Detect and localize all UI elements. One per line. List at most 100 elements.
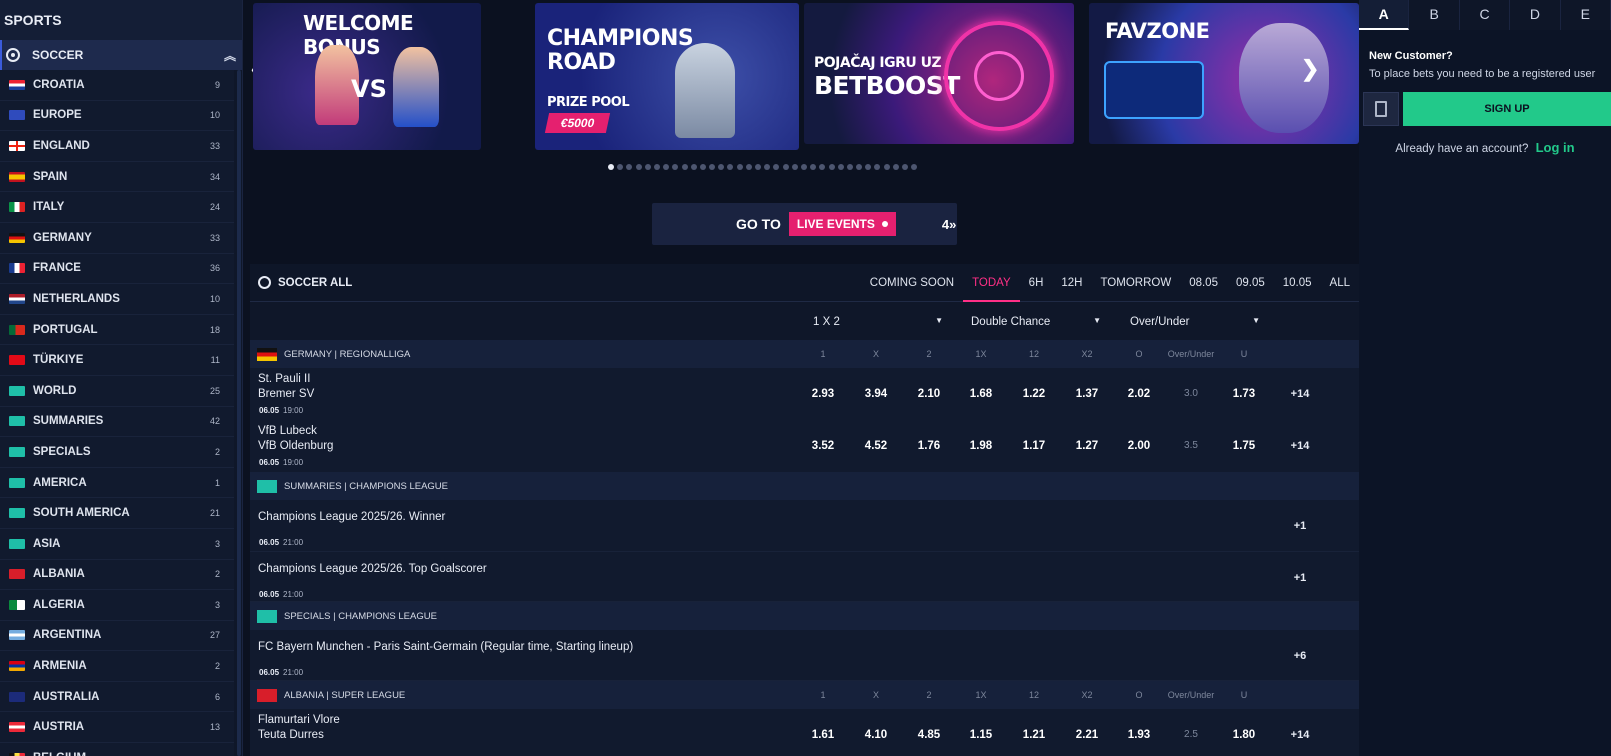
betslip-tab-d[interactable]: D — [1510, 0, 1561, 30]
league-header-germany[interactable]: GERMANY | REGIONALLIGA 1 X 2 1X 12 X2 O Over/Un… — [250, 340, 1359, 368]
banner-champions-road[interactable]: CHAMPIONS ROAD PRIZE POOL €5000 — [535, 3, 799, 150]
carousel-dot[interactable] — [764, 164, 771, 170]
carousel-dot[interactable] — [773, 164, 780, 170]
banner-welcome-bonus[interactable]: WELCOME BONUS VS — [253, 3, 481, 150]
sidebar-item-australia[interactable]: AUSTRALIA 6 — [0, 681, 234, 713]
carousel-dot[interactable] — [745, 164, 752, 170]
more-markets-button[interactable]: +1 — [1280, 520, 1320, 532]
market-select-1x2[interactable]: 1 X 2 ▼ — [803, 308, 951, 334]
carousel-dot[interactable] — [819, 164, 826, 170]
tab-today[interactable]: TODAY — [963, 264, 1020, 302]
carousel-dot[interactable] — [782, 164, 789, 170]
more-markets-button[interactable]: +14 — [1280, 388, 1320, 400]
sign-up-button[interactable]: SIGN UP — [1403, 92, 1611, 126]
betslip-tab-b[interactable]: B — [1409, 0, 1460, 30]
carousel-next-icon[interactable]: ❯ — [1301, 56, 1319, 82]
sidebar-item-france[interactable]: FRANCE 36 — [0, 253, 234, 285]
carousel-dot[interactable] — [902, 164, 908, 170]
sidebar-item-germany[interactable]: GERMANY 33 — [0, 222, 234, 254]
odds-button[interactable]: 2.02 — [1119, 388, 1159, 400]
sidebar-item-world[interactable]: ASIA 3 — [0, 528, 234, 560]
carousel-dot[interactable] — [690, 164, 697, 170]
carousel-dot[interactable] — [865, 164, 872, 170]
betslip-tab-a[interactable]: A — [1359, 0, 1410, 30]
sidebar-item-world[interactable]: WORLD 25 — [0, 375, 234, 407]
carousel-dot[interactable] — [911, 164, 918, 170]
match-row[interactable]: St. Pauli II Bremer SV 06.05 19:00 2.93 3.9… — [250, 368, 1359, 420]
sidebar-item-albania[interactable]: ALBANIA 2 — [0, 559, 234, 591]
odds-button[interactable]: 1.27 — [1067, 440, 1107, 452]
odds-button[interactable]: 2.10 — [909, 388, 949, 400]
odds-button[interactable]: 1.68 — [961, 388, 1001, 400]
sidebar-item-belgium[interactable]: BELGIUM — [0, 743, 234, 756]
sidebar-item-netherlands[interactable]: NETHERLANDS 10 — [0, 284, 234, 315]
carousel-dot[interactable] — [883, 164, 890, 170]
odds-button[interactable]: 3.52 — [803, 440, 843, 452]
league-header-summaries[interactable]: SUMMARIES | CHAMPIONS LEAGUE — [250, 472, 1359, 500]
league-header-specials[interactable]: SPECIALS | CHAMPIONS LEAGUE — [250, 602, 1359, 630]
betslip-button[interactable] — [1363, 92, 1399, 126]
sidebar-item-spain[interactable]: SPAIN 34 — [0, 161, 234, 193]
carousel-dot[interactable] — [810, 164, 817, 170]
sidebar-item-italy[interactable]: ITALY 24 — [0, 192, 234, 223]
sidebar-item-argentina[interactable]: ARGENTINA 27 — [0, 620, 234, 652]
odds-button[interactable]: 1.93 — [1119, 729, 1159, 741]
odds-button[interactable]: 1.75 — [1224, 440, 1264, 452]
sidebar-item-turkiye[interactable]: TÜRKIYE 11 — [0, 345, 234, 376]
go-to-live-button[interactable]: GO TO LIVE EVENTS 4» — [652, 203, 957, 245]
sidebar-item-portugal[interactable]: PORTUGAL 18 — [0, 314, 234, 346]
carousel-dot[interactable] — [791, 164, 798, 170]
carousel-dot[interactable] — [608, 164, 614, 170]
tab-12h[interactable]: 12H — [1052, 264, 1091, 302]
odds-button[interactable]: 1.73 — [1224, 388, 1264, 400]
odds-button[interactable]: 4.85 — [909, 729, 949, 741]
tab-08-05[interactable]: 08.05 — [1180, 264, 1227, 302]
carousel-dot[interactable] — [699, 164, 706, 170]
carousel-dot[interactable] — [856, 164, 863, 170]
carousel-dot[interactable] — [736, 164, 743, 170]
odds-button[interactable]: 2.93 — [803, 388, 843, 400]
betslip-tab-c[interactable]: C — [1460, 0, 1511, 30]
carousel-dot[interactable] — [709, 164, 716, 170]
carousel-dot[interactable] — [626, 164, 633, 170]
sidebar-item-europe[interactable]: EUROPE 10 — [0, 100, 234, 132]
odds-button[interactable]: 1.76 — [909, 440, 949, 452]
carousel-dot[interactable] — [672, 164, 679, 170]
odds-button[interactable]: 1.21 — [1014, 729, 1054, 741]
sidebar-scrollbar[interactable] — [237, 70, 241, 756]
odds-button[interactable]: 1.22 — [1014, 388, 1054, 400]
outright-row[interactable]: Champions League 2025/26. Winner 06.05 21… — [250, 500, 1359, 552]
betslip-tab-e[interactable]: E — [1561, 0, 1611, 30]
outright-row[interactable]: FC Bayern Munchen - Paris Saint-Germain … — [250, 630, 1359, 681]
match-row[interactable]: VfB Lubeck VfB Oldenburg 06.05 19:00 3.52 4… — [250, 420, 1359, 472]
odds-button[interactable]: 1.80 — [1224, 729, 1264, 741]
odds-button[interactable]: 1.98 — [961, 440, 1001, 452]
tab-coming-soon[interactable]: COMING SOON — [861, 264, 963, 302]
market-select-over-under[interactable]: Over/Under ▼ — [1120, 308, 1268, 334]
sidebar-item-armenia[interactable]: ARMENIA 2 — [0, 651, 234, 682]
tab-all[interactable]: ALL — [1321, 264, 1359, 302]
sidebar-item-austria[interactable]: AUSTRIA 13 — [0, 712, 234, 744]
carousel-dot[interactable] — [663, 164, 670, 170]
market-select-double-chance[interactable]: Double Chance ▼ — [961, 308, 1109, 334]
banner-betboost[interactable]: POJAČAJ IGRU UZ BETBOOST — [804, 3, 1074, 144]
match-row[interactable]: Flamurtari Vlore Teuta Durres 1.61 4.10 4.8… — [250, 709, 1359, 756]
carousel-dot[interactable] — [727, 164, 734, 170]
more-markets-button[interactable]: +14 — [1280, 729, 1320, 741]
odds-button[interactable]: 1.15 — [961, 729, 1001, 741]
tab-09-05[interactable]: 09.05 — [1227, 264, 1274, 302]
carousel-dot[interactable] — [892, 164, 899, 170]
carousel-dot[interactable] — [635, 164, 642, 170]
sidebar-item-world[interactable]: SPECIALS 2 — [0, 437, 234, 468]
carousel-dot[interactable] — [874, 164, 881, 170]
odds-button[interactable]: 4.52 — [856, 440, 896, 452]
carousel-dot[interactable] — [837, 164, 844, 170]
odds-button[interactable]: 4.10 — [856, 729, 896, 741]
odds-button[interactable]: 2.21 — [1067, 729, 1107, 741]
more-markets-button[interactable]: +1 — [1280, 572, 1320, 584]
odds-button[interactable]: 3.94 — [856, 388, 896, 400]
carousel-dot[interactable] — [755, 164, 761, 170]
carousel-dot[interactable] — [617, 164, 624, 170]
login-link[interactable]: Log in — [1536, 140, 1575, 155]
sidebar-item-algeria[interactable]: ALGERIA 3 — [0, 590, 234, 621]
